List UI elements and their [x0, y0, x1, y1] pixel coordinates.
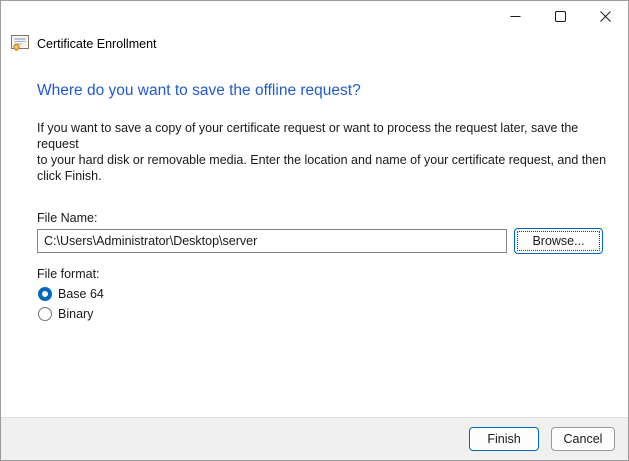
titlebar: [1, 1, 628, 31]
page-description: If you want to save a copy of your certi…: [37, 120, 621, 184]
wizard-title: Certificate Enrollment: [37, 37, 157, 51]
footer-bar: Finish Cancel: [1, 417, 628, 460]
description-line: click Finish.: [37, 168, 621, 184]
minimize-icon: [510, 11, 521, 22]
file-format-label: File format:: [37, 267, 100, 281]
maximize-icon: [555, 11, 566, 22]
description-line: to your hard disk or removable media. En…: [37, 152, 621, 168]
certificate-icon: [11, 35, 30, 52]
page-heading: Where do you want to save the offline re…: [37, 82, 361, 100]
file-name-input[interactable]: [37, 229, 507, 253]
radio-selected-icon[interactable]: [38, 287, 52, 301]
radio-option-binary[interactable]: Binary: [38, 306, 93, 322]
wizard-header: Certificate Enrollment: [11, 35, 157, 52]
browse-button[interactable]: Browse...: [514, 228, 603, 254]
maximize-button[interactable]: [538, 1, 583, 31]
minimize-button[interactable]: [493, 1, 538, 31]
finish-button[interactable]: Finish: [469, 427, 539, 451]
radio-option-base64[interactable]: Base 64: [38, 286, 104, 302]
file-name-label: File Name:: [37, 211, 97, 225]
radio-unselected-icon[interactable]: [38, 307, 52, 321]
certificate-enrollment-window: Certificate Enrollment Where do you want…: [0, 0, 629, 461]
close-button[interactable]: [583, 1, 628, 31]
description-line: If you want to save a copy of your certi…: [37, 120, 621, 152]
radio-label: Base 64: [58, 287, 104, 301]
close-icon: [600, 11, 611, 22]
radio-label: Binary: [58, 307, 93, 321]
cancel-button[interactable]: Cancel: [551, 427, 615, 451]
